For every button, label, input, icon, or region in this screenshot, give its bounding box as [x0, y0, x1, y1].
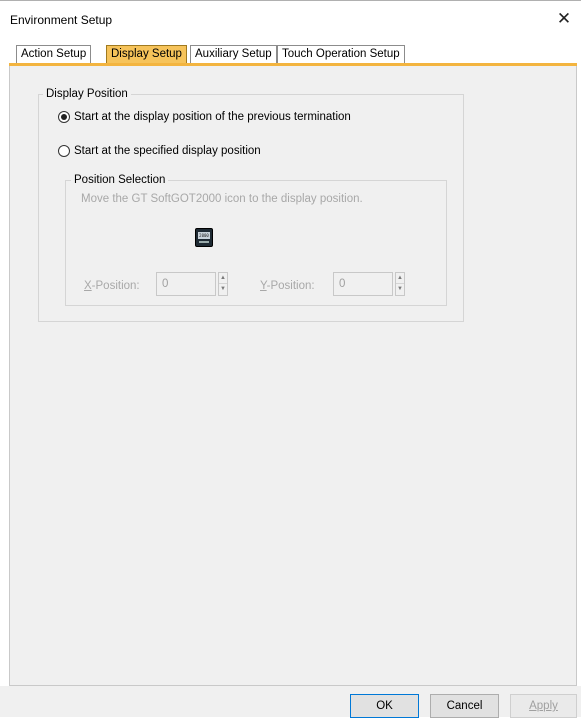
- tab-touch-operation-setup[interactable]: Touch Operation Setup: [277, 45, 405, 64]
- x-position-label-text: -Position:: [91, 280, 140, 292]
- apply-button[interactable]: Apply: [510, 694, 577, 718]
- radio-specified-position[interactable]: Start at the specified display position: [58, 145, 261, 157]
- spin-down-icon[interactable]: ▼: [396, 284, 404, 295]
- ok-button[interactable]: OK: [350, 694, 419, 718]
- y-position-accesskey: Y: [260, 280, 267, 292]
- apply-button-label: Apply: [529, 700, 558, 712]
- x-position-label: X-Position:: [84, 280, 140, 292]
- y-position-spinner[interactable]: ▲ ▼: [395, 272, 405, 296]
- tab-display-setup[interactable]: Display Setup: [106, 45, 187, 64]
- radio-button-unchecked[interactable]: [58, 145, 70, 157]
- radio-previous-position[interactable]: Start at the display position of the pre…: [58, 111, 351, 123]
- tab-bar: Action Setup Display Setup Auxiliary Set…: [0, 38, 581, 64]
- icon-screen: 2000: [198, 232, 210, 239]
- radio-specified-position-label: Start at the specified display position: [74, 145, 261, 157]
- tab-auxiliary-setup[interactable]: Auxiliary Setup: [190, 45, 277, 64]
- position-selection-label: Position Selection: [71, 173, 169, 187]
- position-hint-text: Move the GT SoftGOT2000 icon to the disp…: [81, 193, 363, 205]
- x-position-input[interactable]: 0: [156, 272, 216, 296]
- y-position-label-text: -Position:: [266, 280, 315, 292]
- softgot-monitor-icon[interactable]: 2000: [195, 228, 213, 247]
- cancel-button[interactable]: Cancel: [430, 694, 499, 718]
- radio-button-checked[interactable]: [58, 111, 70, 123]
- y-position-label: Y-Position:: [260, 280, 315, 292]
- icon-stand: [199, 241, 209, 243]
- y-position-input[interactable]: 0: [333, 272, 393, 296]
- window-title: Environment Setup: [10, 13, 113, 27]
- radio-previous-position-label: Start at the display position of the pre…: [74, 111, 351, 123]
- title-bar: Environment Setup ✕: [0, 0, 581, 38]
- spin-down-icon[interactable]: ▼: [219, 284, 227, 295]
- display-position-label: Display Position: [43, 87, 131, 101]
- tab-action-setup[interactable]: Action Setup: [16, 45, 92, 64]
- display-setup-panel: Display Position Start at the display po…: [9, 66, 577, 686]
- spin-up-icon[interactable]: ▲: [219, 273, 227, 284]
- x-position-accesskey: X: [84, 280, 92, 292]
- close-icon[interactable]: ✕: [553, 8, 575, 30]
- x-position-spinner[interactable]: ▲ ▼: [218, 272, 228, 296]
- spin-up-icon[interactable]: ▲: [396, 273, 404, 284]
